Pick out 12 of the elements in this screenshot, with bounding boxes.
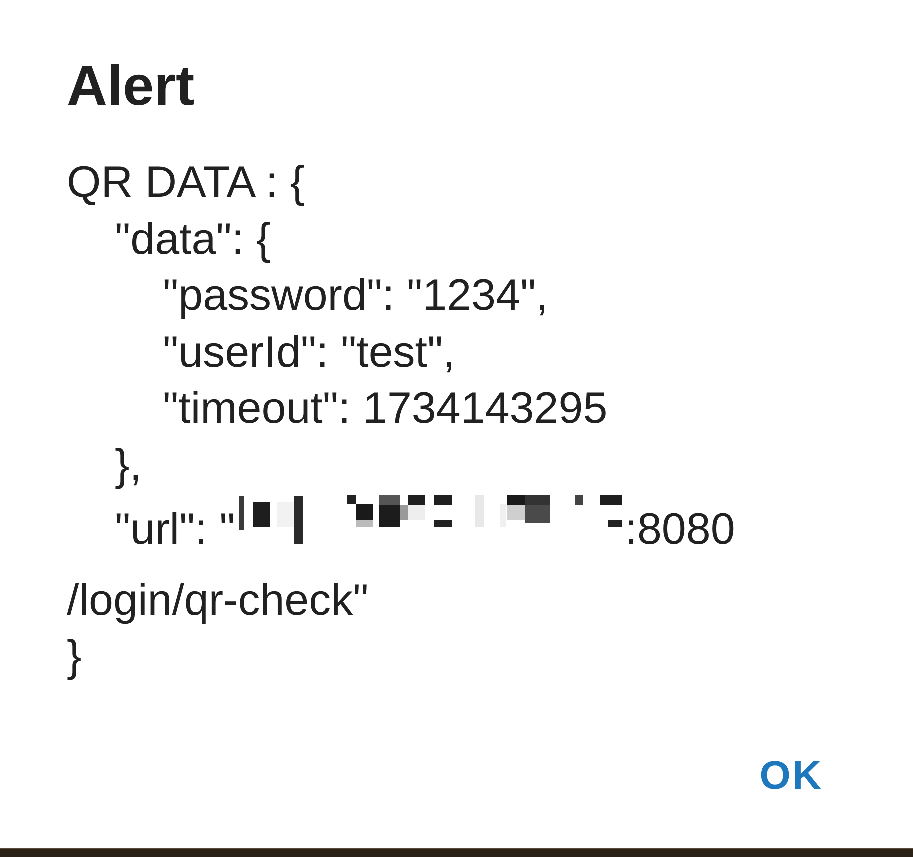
message-line: },: [115, 440, 142, 492]
message-text: "url": ": [115, 504, 236, 556]
message-line: "data": {: [115, 214, 272, 266]
message-text: :8080: [625, 504, 736, 556]
ok-button[interactable]: OK: [744, 740, 839, 812]
message-line: /login/qr-check": [67, 574, 369, 626]
message-line: }: [67, 631, 82, 683]
message-line: QR DATA : {: [67, 157, 305, 209]
dialog-title: Alert: [67, 58, 195, 114]
message-line: "userId": "test",: [163, 326, 456, 378]
message-line: "timeout": 1734143295: [163, 383, 608, 435]
message-line: "password": "1234",: [163, 270, 548, 322]
